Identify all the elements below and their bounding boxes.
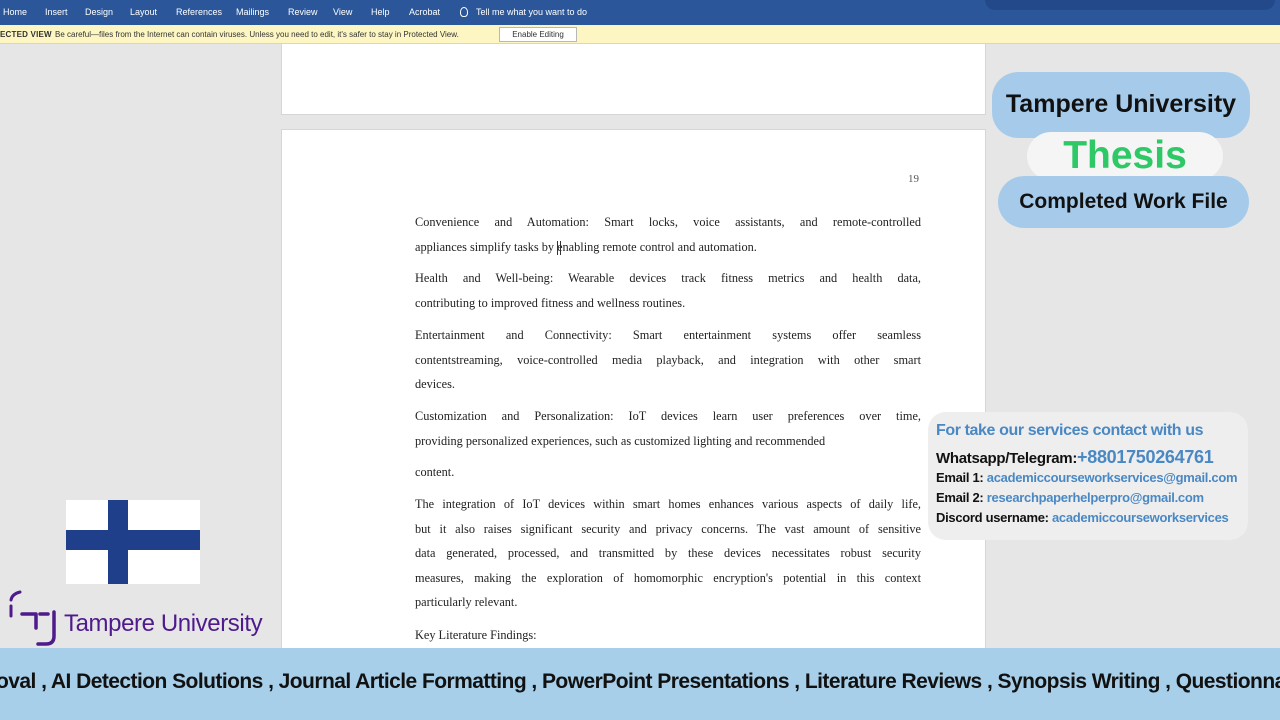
tab-mailings[interactable]: Mailings	[236, 7, 269, 17]
tab-acrobat[interactable]: Acrobat	[409, 7, 440, 17]
paragraph-entertainment: Entertainment and Connectivity: Smart en…	[415, 323, 921, 397]
paragraph-line: The integration of IoT devices within sm…	[415, 497, 921, 511]
paragraph-line: providing personalized experiences, such…	[415, 433, 826, 448]
paragraph-line: Key Literature Findings:	[415, 628, 537, 642]
discord-value: academiccourseworkservices	[1051, 510, 1229, 525]
protected-view-label: ECTED VIEW	[0, 30, 52, 39]
paragraph-line: Convenience and Automation: Smart locks,…	[415, 215, 921, 229]
ribbon-tab-bar: Home Insert Design Layout References Mai…	[0, 0, 1280, 25]
contact-whatsapp: Whatsapp/Telegram:+8801750264761	[936, 447, 1214, 468]
tab-layout[interactable]: Layout	[130, 7, 157, 17]
email2-value: researchpaperhelperpro@gmail.com	[986, 490, 1204, 505]
paragraph-integration: The integration of IoT devices within sm…	[415, 492, 921, 615]
paragraph-health: Health and Well-being: Wearable devices …	[415, 266, 921, 315]
email2-label: Email 2:	[936, 490, 984, 505]
contact-box: For take our services contact with us Wh…	[928, 412, 1248, 540]
enable-editing-button[interactable]: Enable Editing	[499, 27, 577, 42]
paragraph-line: appliances simplify tasks by enabling re…	[415, 239, 757, 254]
whatsapp-label: Whatsapp/Telegram:	[936, 450, 1078, 467]
tell-me-label: Tell me what you want to do	[476, 7, 588, 17]
page-number: 19	[908, 173, 919, 185]
paragraph-line: particularly relevant.	[415, 595, 518, 610]
tab-review[interactable]: Review	[288, 7, 318, 17]
paragraph-line: content.	[415, 465, 455, 479]
contact-email1: Email 1: academiccourseworkservices@gmai…	[936, 470, 1238, 485]
protected-view-message: Be careful—files from the Internet can c…	[55, 30, 459, 39]
paragraph-line: Customization and Personalization: IoT d…	[415, 409, 921, 423]
email1-label: Email 1:	[936, 470, 984, 485]
tab-home[interactable]: Home	[3, 7, 27, 17]
previous-page	[281, 44, 986, 115]
paragraph-line: but it also raises significant security …	[415, 521, 921, 536]
promo-completed-pill: Completed Work File	[998, 176, 1249, 228]
tab-design[interactable]: Design	[85, 7, 113, 17]
contact-title: For take our services contact with us	[936, 422, 1204, 439]
paragraph-line: contentstreaming, voice-controlled media…	[415, 352, 921, 367]
promo-thesis-pill: Thesis	[1027, 132, 1223, 180]
services-ticker: oval , AI Detection Solutions , Journal …	[0, 648, 1280, 720]
tell-me-search[interactable]: Tell me what you want to do	[460, 7, 587, 17]
flag-cross-vertical	[108, 500, 128, 584]
paragraph-key-findings: Key Literature Findings:	[415, 623, 921, 648]
paragraph-line: devices.	[415, 377, 455, 392]
finland-flag-icon	[66, 500, 200, 584]
text-cursor-icon	[557, 241, 561, 255]
paragraph-line: data generated, processed, and transmitt…	[415, 546, 921, 561]
logo-text: Tampere University	[64, 610, 263, 637]
paragraph-customization: Customization and Personalization: IoT d…	[415, 404, 921, 453]
protected-view-bar: ECTED VIEW Be careful—files from the Int…	[0, 25, 1280, 44]
paragraph-line: contributing to improved fitness and wel…	[415, 295, 686, 310]
tab-references[interactable]: References	[176, 7, 222, 17]
tab-view[interactable]: View	[333, 7, 352, 17]
tab-insert[interactable]: Insert	[45, 7, 68, 17]
paragraph-line: Health and Well-being: Wearable devices …	[415, 271, 921, 285]
ticker-text: oval , AI Detection Solutions , Journal …	[0, 670, 1280, 693]
document-page[interactable]: 19 Convenience and Automation: Smart loc…	[281, 129, 986, 669]
promo-university-pill: Tampere University	[992, 72, 1250, 138]
whatsapp-value: +8801750264761	[1077, 447, 1214, 467]
contact-email2: Email 2: researchpaperhelperpro@gmail.co…	[936, 490, 1204, 505]
contact-discord: Discord username: academiccourseworkserv…	[936, 510, 1229, 525]
ribbon-overlay-shape	[985, 0, 1275, 10]
discord-label: Discord username:	[936, 510, 1049, 525]
email1-value: academiccourseworkservices@gmail.com	[986, 470, 1238, 485]
flag-cross-horizontal	[66, 530, 200, 550]
paragraph-content: content.	[415, 460, 921, 485]
lightbulb-icon	[460, 7, 468, 17]
tampere-university-logo: Tampere University	[8, 586, 283, 648]
paragraph-line: Entertainment and Connectivity: Smart en…	[415, 328, 921, 342]
tampere-logo-icon	[9, 590, 56, 646]
tab-help[interactable]: Help	[371, 7, 390, 17]
paragraph-line: measures, making the exploration of homo…	[415, 570, 921, 585]
paragraph-convenience: Convenience and Automation: Smart locks,…	[415, 210, 921, 259]
